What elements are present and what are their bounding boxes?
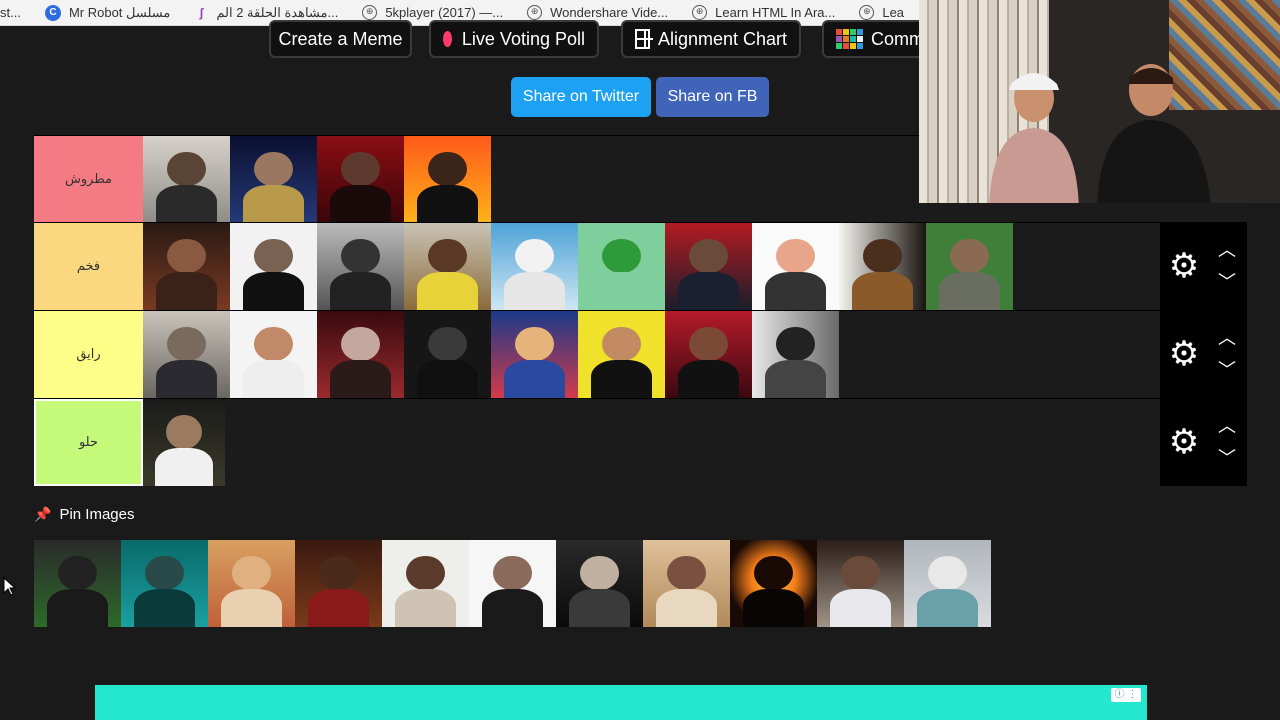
share-fb-label: Share on FB (667, 88, 758, 105)
palette-icon (836, 29, 863, 49)
artist-tile[interactable] (491, 223, 578, 310)
artist-tile[interactable] (404, 136, 491, 223)
artist-tile[interactable] (556, 540, 643, 627)
artist-tile[interactable] (317, 311, 404, 398)
artist-tile[interactable] (491, 311, 578, 398)
artist-tile[interactable] (752, 223, 839, 310)
live-voting-poll-button[interactable]: Live Voting Poll (429, 20, 599, 58)
chevron-down-icon[interactable]: ﹀ (1216, 447, 1238, 469)
artist-tile[interactable] (295, 540, 382, 627)
tier-tiles (143, 311, 839, 398)
bookmark-label: Learn HTML In Ara... (715, 5, 836, 20)
artist-tile[interactable] (752, 311, 839, 398)
tier-label[interactable]: رايق (34, 311, 143, 398)
artist-tile[interactable] (317, 136, 404, 223)
alignment-label: Alignment Chart (657, 28, 787, 49)
tier-row: رايق ⚙ ︿ ﹀ (34, 310, 1247, 398)
pushpin-icon: 📌 (34, 506, 52, 522)
globe-icon: ⊕ (859, 5, 875, 20)
s-logo-icon: ʃ (199, 5, 204, 20)
artist-tile[interactable] (230, 136, 317, 223)
tier-row: فخم ⚙ ︿ ﹀ (34, 222, 1247, 310)
share-twitter-button[interactable]: Share on Twitter (511, 77, 651, 117)
create-meme-button[interactable]: Create a Meme (269, 20, 412, 58)
artist-tile[interactable] (143, 399, 225, 486)
community-label: Comm (871, 28, 924, 49)
pin-images-label: Pin Images (59, 506, 135, 523)
artist-tile[interactable] (143, 311, 230, 398)
mouse-cursor-icon (3, 577, 17, 596)
artist-tile[interactable] (121, 540, 208, 627)
bookmark-label: Lea (882, 5, 905, 20)
tier-controls: ⚙ ︿ ﹀ (1160, 223, 1247, 310)
chevron-up-icon[interactable]: ︿ (1216, 239, 1238, 261)
chevron-down-icon[interactable]: ﹀ (1216, 271, 1238, 293)
c-logo-icon: C (44, 4, 61, 21)
person-right (1097, 64, 1211, 203)
artist-tile[interactable] (404, 311, 491, 398)
gear-icon[interactable]: ⚙ (1168, 425, 1200, 459)
record-dot-icon (443, 31, 452, 47)
artist-tile[interactable] (208, 540, 295, 627)
bookmark-label: Mr Robot مسلسل (68, 4, 171, 20)
gear-icon[interactable]: ⚙ (1168, 337, 1200, 371)
artist-tile[interactable] (665, 311, 752, 398)
bookmark-label: مشاهدة الحلقة 2 الم... (216, 4, 339, 20)
tier-tiles (143, 223, 1013, 310)
pin-images-row (34, 540, 991, 627)
community-button[interactable]: Comm (822, 20, 932, 58)
tier-label[interactable]: مطروش (34, 136, 143, 223)
ad-info-icon[interactable]: ⓘ ⋮ (1111, 688, 1141, 702)
tier-label[interactable]: فخم (34, 223, 143, 310)
bookmark-label: st... (0, 5, 21, 20)
artist-tile[interactable] (578, 311, 665, 398)
bookmark-label: 5kplayer (2017) —... (385, 5, 504, 20)
bookmark-label: Wondershare Vide... (550, 5, 669, 20)
webcam-overlay (919, 0, 1280, 203)
tier-tiles (143, 399, 225, 486)
artist-tile[interactable] (317, 223, 404, 310)
chevron-up-icon[interactable]: ︿ (1216, 415, 1238, 437)
globe-icon: ⊕ (527, 5, 543, 20)
chevron-down-icon[interactable]: ﹀ (1216, 359, 1238, 381)
globe-icon: ⊕ (692, 5, 708, 20)
artist-tile[interactable] (143, 136, 230, 223)
artist-tile[interactable] (904, 540, 991, 627)
gear-icon[interactable]: ⚙ (1168, 249, 1200, 283)
artist-tile[interactable] (382, 540, 469, 627)
artist-tile[interactable] (469, 540, 556, 627)
tier-row: حلو ⚙ ︿ ﹀ (34, 398, 1247, 486)
share-twitter-label: Share on Twitter (522, 88, 640, 105)
bookmark-item[interactable]: C Mr Robot مسلسل (44, 0, 171, 25)
tier-controls: ⚙ ︿ ﹀ (1160, 399, 1247, 486)
tier-label[interactable]: حلو (34, 399, 143, 486)
artist-tile[interactable] (817, 540, 904, 627)
artist-tile[interactable] (578, 223, 665, 310)
artist-tile[interactable] (404, 223, 491, 310)
tier-tiles (143, 136, 491, 223)
bookmark-item[interactable]: st... (0, 0, 21, 25)
share-fb-button[interactable]: Share on FB (656, 77, 769, 117)
grid-icon (635, 29, 653, 49)
live-poll-label: Live Voting Poll (461, 28, 585, 49)
artist-tile[interactable] (230, 311, 317, 398)
artist-tile[interactable] (839, 223, 926, 310)
globe-icon: ⊕ (362, 5, 378, 20)
ad-banner[interactable]: ⓘ ⋮ (95, 685, 1147, 720)
artist-tile[interactable] (230, 223, 317, 310)
artist-tile[interactable] (665, 223, 752, 310)
artist-tile[interactable] (926, 223, 1013, 310)
tier-controls: ⚙ ︿ ﹀ (1160, 311, 1247, 398)
artist-tile[interactable] (730, 540, 817, 627)
create-meme-label: Create a Meme (278, 28, 403, 49)
pin-images-title: 📌 Pin Images (34, 506, 134, 523)
person-left (989, 73, 1079, 203)
artist-tile[interactable] (143, 223, 230, 310)
chevron-up-icon[interactable]: ︿ (1216, 327, 1238, 349)
artist-tile[interactable] (643, 540, 730, 627)
artist-tile[interactable] (34, 540, 121, 627)
alignment-chart-button[interactable]: Alignment Chart (621, 20, 801, 58)
